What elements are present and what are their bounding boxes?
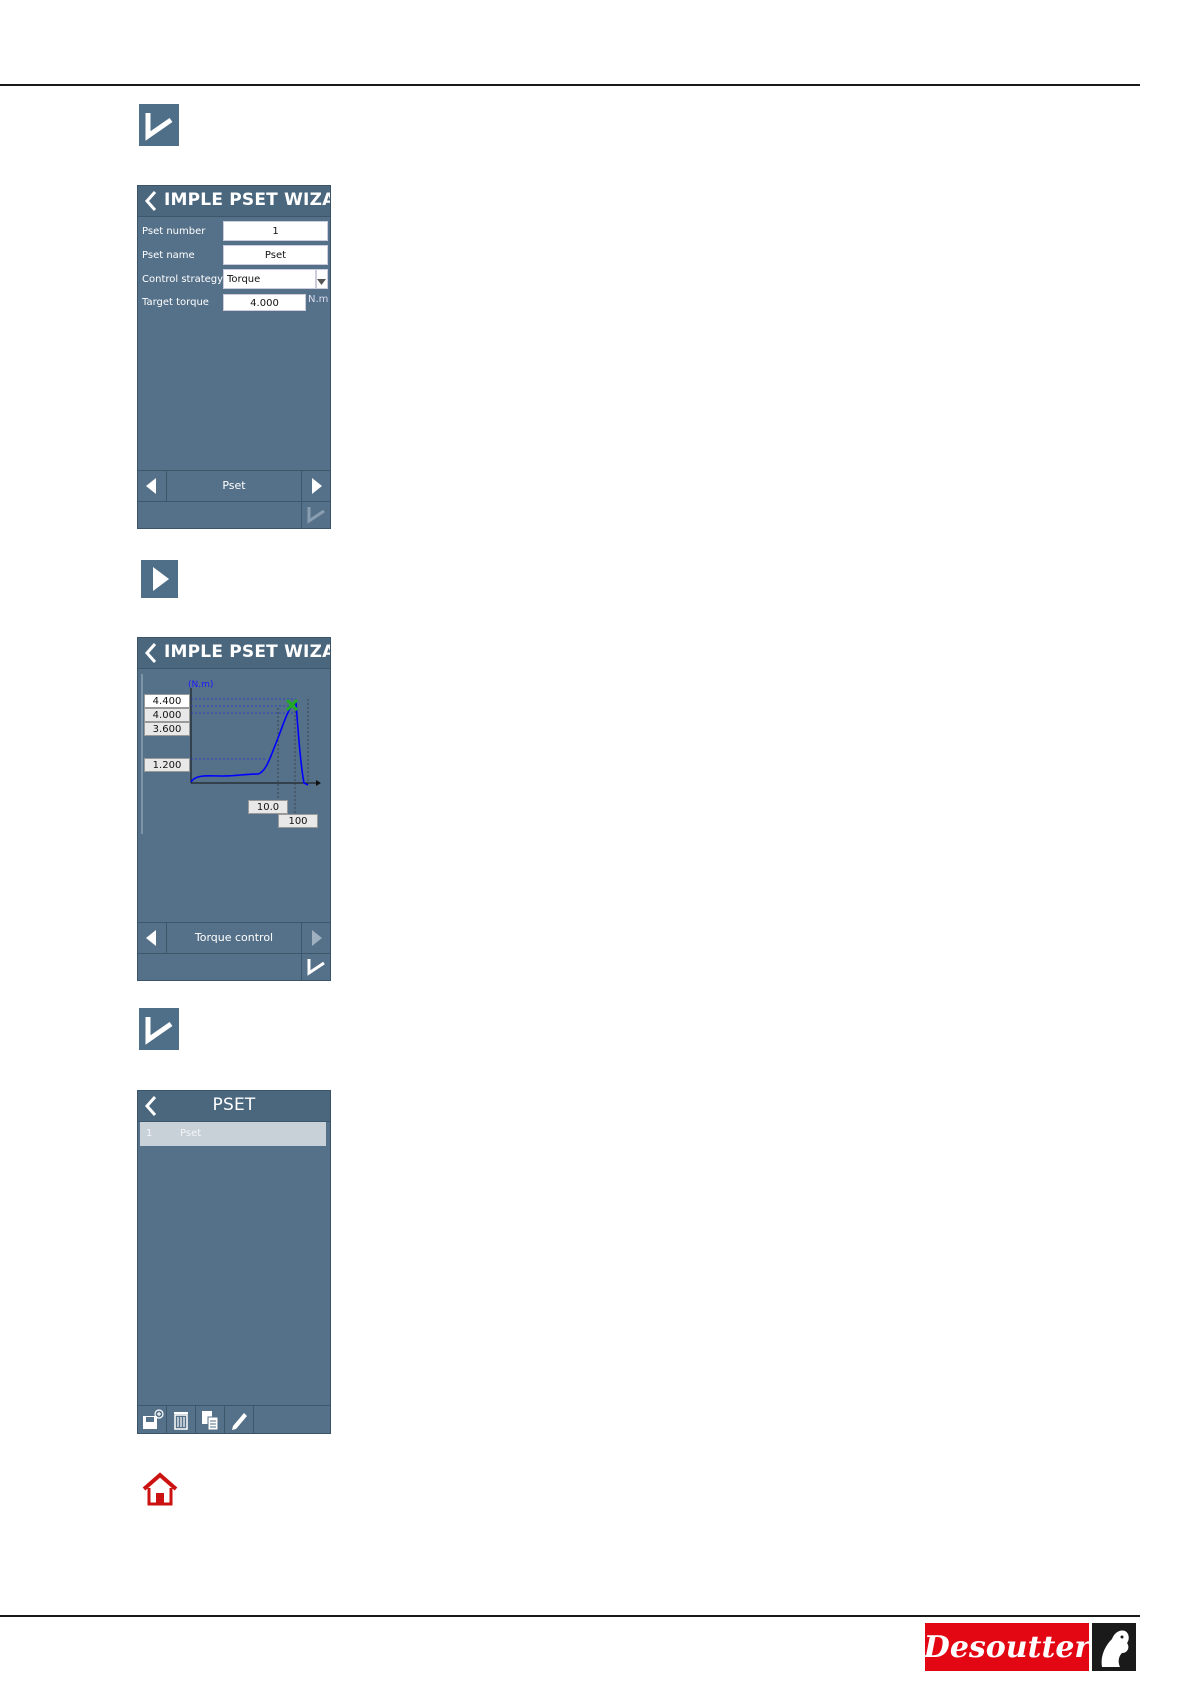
- list-toolbar: [138, 1406, 330, 1434]
- chevron-down-icon[interactable]: [316, 269, 328, 289]
- wizard-nav-bar: Torque control: [138, 922, 330, 954]
- next-step-button[interactable]: [301, 923, 330, 953]
- pset-row-name: Pset: [180, 1128, 202, 1139]
- guide-lines: [191, 698, 296, 760]
- pset-name-input[interactable]: Pset: [223, 245, 328, 265]
- logo-wordmark: Desoutter: [923, 1623, 1092, 1671]
- prev-step-button[interactable]: [138, 471, 167, 501]
- step-label: Torque control: [194, 931, 274, 944]
- pset-row-number: 1: [146, 1128, 153, 1139]
- save-add-icon: [143, 1409, 164, 1429]
- copy-icon: [202, 1411, 219, 1431]
- prev-step-button[interactable]: [138, 923, 167, 953]
- copy-pset-button[interactable]: [196, 1406, 225, 1434]
- torque-curve: [190, 701, 309, 786]
- back-arrow-icon[interactable]: [142, 641, 160, 665]
- home-icon: [141, 1471, 179, 1507]
- field-pset-number: Pset number 1: [138, 221, 330, 241]
- field-control-strategy: Control strategy Torque: [138, 269, 330, 289]
- field-pset-name: Pset name Pset: [138, 245, 330, 265]
- action-bar: [138, 500, 330, 528]
- edit-pset-button[interactable]: [225, 1406, 254, 1434]
- panel-title: IMPLE PSET WIZARD: [164, 190, 330, 210]
- field-label: Pset number: [142, 226, 206, 237]
- delete-pset-button[interactable]: [167, 1406, 196, 1434]
- panel-header: IMPLE PSET WIZARD: [138, 186, 330, 217]
- torque-curve-panel: IMPLE PSET WIZARD (N.m) 4.400 4.000 3.60…: [137, 637, 331, 981]
- target-torque-input[interactable]: 4.000: [223, 294, 306, 311]
- next-arrow-icon: [141, 560, 178, 598]
- list-item[interactable]: 1 Pset: [140, 1122, 326, 1146]
- next-step-button[interactable]: [301, 471, 330, 501]
- control-strategy-select[interactable]: Torque: [223, 269, 316, 289]
- field-label: Target torque: [142, 297, 209, 308]
- panel-header: PSET: [138, 1091, 330, 1122]
- pencil-icon: [232, 1413, 247, 1430]
- panel-title: PSET: [212, 1095, 256, 1115]
- action-bar: [138, 952, 330, 980]
- pset-list-panel: PSET 1 Pset: [137, 1090, 331, 1434]
- svg-text:Desoutter: Desoutter: [925, 1630, 1089, 1665]
- field-label: Control strategy: [142, 274, 224, 285]
- validate-button[interactable]: [301, 500, 330, 528]
- validate-button[interactable]: [301, 952, 330, 980]
- y-tick-threshold: 1.200: [144, 758, 190, 772]
- y-tick-max: 4.400: [144, 694, 190, 708]
- y-tick-min: 3.600: [144, 722, 190, 736]
- pset-wizard-panel: IMPLE PSET WIZARD Pset number 1 Pset nam…: [137, 185, 331, 529]
- torque-unit: N.m: [308, 294, 329, 305]
- back-arrow-icon[interactable]: [142, 189, 160, 213]
- select-value: Torque: [227, 274, 261, 285]
- y-tick-target: 4.000: [144, 708, 190, 722]
- panel-title: IMPLE PSET WIZARD: [164, 642, 330, 662]
- validate-icon: [139, 1008, 179, 1050]
- wizard-nav-bar: Pset: [138, 470, 330, 502]
- footer-rule: [0, 1615, 1140, 1617]
- panel-header: IMPLE PSET WIZARD: [138, 638, 330, 669]
- x-tick-time: 100: [278, 814, 318, 828]
- horse-logo-icon: [1092, 1623, 1136, 1671]
- header-rule: [0, 84, 1140, 86]
- field-label: Pset name: [142, 250, 195, 261]
- desoutter-logo: Desoutter: [923, 1623, 1136, 1671]
- trash-icon: [174, 1412, 188, 1430]
- vertical-markers: [277, 699, 309, 813]
- axes: [190, 688, 316, 784]
- x-tick-angle: 10.0: [248, 800, 288, 814]
- add-pset-button[interactable]: [138, 1406, 167, 1434]
- step-label: Pset: [222, 479, 246, 492]
- field-target-torque: Target torque 4.000 N.m: [138, 292, 330, 312]
- x-axis-arrow-icon: [316, 780, 321, 786]
- pset-number-input[interactable]: 1: [223, 221, 328, 241]
- validate-icon: [139, 104, 179, 146]
